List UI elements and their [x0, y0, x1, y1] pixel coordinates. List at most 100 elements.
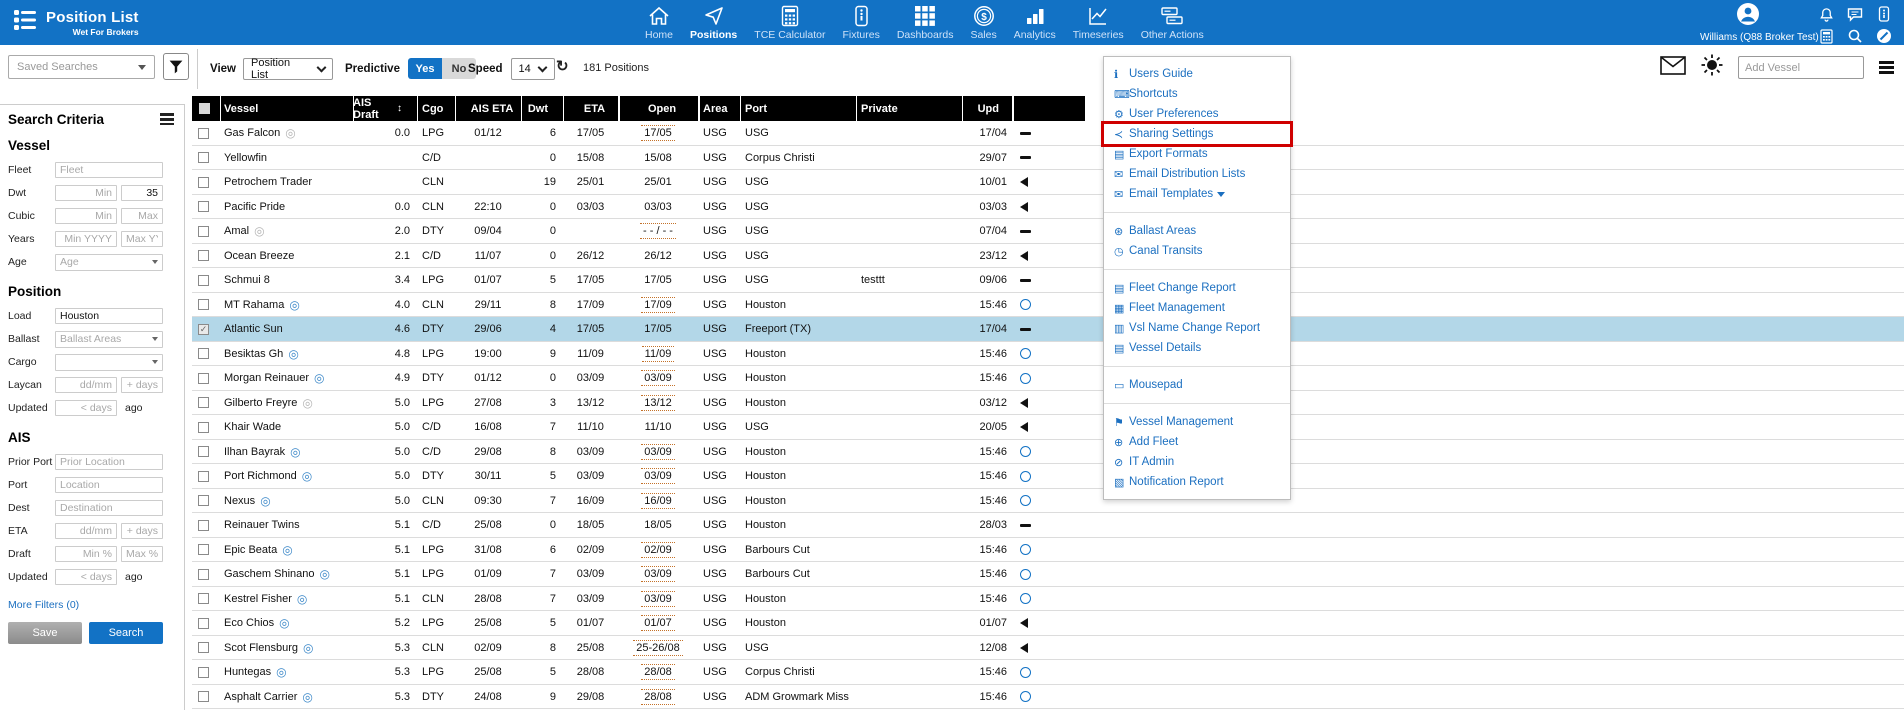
- row-checkbox[interactable]: [198, 642, 209, 653]
- nav-item-dashboards[interactable]: Dashboards: [897, 3, 953, 41]
- row-checkbox[interactable]: [198, 274, 209, 286]
- menu-item-user-preferences[interactable]: ⚙ User Preferences: [1104, 104, 1290, 124]
- row-checkbox[interactable]: [198, 127, 209, 139]
- menu-item-fleet-management[interactable]: ▦ Fleet Management: [1104, 298, 1290, 318]
- nav-item-home[interactable]: Home: [645, 3, 673, 41]
- menu-item-notification-report[interactable]: ▧ Notification Report: [1104, 472, 1290, 492]
- notifications-bell-icon[interactable]: [1817, 6, 1835, 22]
- column-header-upd[interactable]: Upd: [962, 96, 1004, 121]
- row-checkbox[interactable]: [198, 691, 209, 702]
- row-checkbox[interactable]: [198, 397, 209, 408]
- row-checkbox[interactable]: [198, 593, 209, 604]
- cubic-input[interactable]: [55, 208, 117, 225]
- draft-input[interactable]: [121, 546, 163, 563]
- table-row[interactable]: Eco Chios ◎ 5.2 LPG 25/08 5 01/07 01/07 USG Houst…: [192, 611, 1904, 636]
- row-checkbox[interactable]: [198, 372, 209, 384]
- menu-item-sharing-settings[interactable]: ≺ Sharing Settings: [1104, 124, 1290, 144]
- updated-input[interactable]: [55, 569, 117, 586]
- search-icon[interactable]: [1846, 28, 1864, 44]
- email-envelope-icon[interactable]: [1660, 55, 1686, 80]
- load-input[interactable]: [55, 308, 163, 325]
- eta-input[interactable]: [121, 523, 163, 540]
- row-checkbox[interactable]: [198, 666, 209, 678]
- add-vessel-input[interactable]: [1738, 56, 1864, 79]
- column-header-ais_eta[interactable]: AIS ETA: [463, 96, 521, 121]
- column-header-dwt[interactable]: Dwt: [521, 96, 555, 121]
- menu-item-shortcuts[interactable]: ⌨ Shortcuts: [1104, 84, 1290, 104]
- dwt-input[interactable]: [121, 185, 163, 202]
- eta-input[interactable]: [55, 523, 117, 540]
- table-row[interactable]: Asphalt Carrier ◎ 5.3 DTY 24/08 9 29/08 28/08 US…: [192, 684, 1904, 709]
- brightness-sun-icon[interactable]: [1701, 54, 1723, 81]
- save-button[interactable]: Save: [8, 621, 82, 644]
- table-row[interactable]: Schmui 8 3.4 LPG 01/07 5 17/05 17/05 USG USG test…: [192, 268, 1904, 293]
- dest-input[interactable]: [55, 500, 163, 517]
- years-input[interactable]: [121, 231, 163, 248]
- port-input[interactable]: [55, 477, 163, 494]
- row-checkbox[interactable]: [198, 176, 209, 188]
- row-checkbox[interactable]: [198, 519, 209, 531]
- column-header-area[interactable]: Area: [703, 96, 740, 121]
- table-row[interactable]: Petrochem Trader CLN 19 25/01 25/01 USG USG 10/…: [192, 170, 1904, 195]
- row-checkbox[interactable]: [198, 299, 209, 310]
- cargo-select[interactable]: [55, 353, 163, 371]
- calculator-icon[interactable]: [1817, 28, 1835, 44]
- view-select[interactable]: Position List: [243, 57, 333, 81]
- menu-item-vessel-management[interactable]: ⚑ Vessel Management: [1104, 412, 1290, 432]
- nav-item-tce-calculator[interactable]: TCE Calculator: [754, 3, 825, 41]
- table-row[interactable]: MT Rahama ◎ 4.0 CLN 29/11 8 17/09 17/09 USG Houst…: [192, 292, 1904, 317]
- menu-item-fleet-change-report[interactable]: ▤ Fleet Change Report: [1104, 278, 1290, 298]
- row-checkbox[interactable]: [198, 201, 209, 212]
- table-row[interactable]: Khair Wade 5.0 C/D 16/08 7 11/10 11/10 USG USG 20…: [192, 415, 1904, 440]
- table-row[interactable]: Kestrel Fisher ◎ 5.1 CLN 28/08 7 03/09 03/09 USG…: [192, 586, 1904, 611]
- select-all-checkbox[interactable]: [199, 103, 210, 114]
- table-row[interactable]: Morgan Reinauer ◎ 4.9 DTY 01/12 0 03/09 03/09 US…: [192, 366, 1904, 391]
- table-row[interactable]: Yellowfin C/D 0 15/08 15/08 USG Corpus Christi…: [192, 145, 1904, 170]
- row-checkbox[interactable]: [198, 568, 209, 580]
- column-header-ais_draft[interactable]: AIS Draft ↕: [353, 96, 409, 121]
- table-row[interactable]: Pacific Pride 0.0 CLN 22:10 0 03/03 03/03 USG US…: [192, 194, 1904, 219]
- row-checkbox[interactable]: [198, 544, 209, 555]
- table-row[interactable]: Ilhan Bayrak ◎ 5.0 C/D 29/08 8 03/09 03/09 USG Ho…: [192, 439, 1904, 464]
- row-checkbox[interactable]: [198, 495, 209, 506]
- menu-item-ballast-areas[interactable]: ⊛ Ballast Areas: [1104, 221, 1290, 241]
- compose-edit-icon[interactable]: [1875, 28, 1893, 44]
- table-row[interactable]: Besiktas Gh ◎ 4.8 LPG 19:00 9 11/09 11/09 USG Hou…: [192, 341, 1904, 366]
- menu-item-canal-transits[interactable]: ◷ Canal Transits: [1104, 241, 1290, 261]
- age-select[interactable]: Age: [55, 253, 163, 271]
- row-checkbox[interactable]: [198, 250, 209, 261]
- menu-item-export-formats[interactable]: ▤ Export Formats: [1104, 144, 1290, 164]
- column-header-open[interactable]: Open: [626, 96, 698, 121]
- column-header-port[interactable]: Port: [745, 96, 856, 121]
- column-header-vessel[interactable]: Vessel: [224, 96, 353, 121]
- user-block[interactable]: Williams (Q88 Broker Test): [1700, 2, 1819, 43]
- table-row[interactable]: Ocean Breeze 2.1 C/D 11/07 0 26/12 26/12 USG USG…: [192, 243, 1904, 268]
- laycan-input[interactable]: [121, 377, 163, 394]
- table-row[interactable]: Amal ◎ 2.0 DTY 09/04 0 - - / - - USG USG 07/04: [192, 219, 1904, 244]
- row-checkbox[interactable]: [198, 446, 209, 457]
- updated-input[interactable]: [55, 400, 117, 417]
- draft-input[interactable]: [55, 546, 117, 563]
- table-row[interactable]: Nexus ◎ 5.0 CLN 09:30 7 16/09 16/09 USG Houston 15…: [192, 488, 1904, 513]
- table-row[interactable]: Port Richmond ◎ 5.0 DTY 30/11 5 03/09 03/09 USG H…: [192, 464, 1904, 489]
- menu-item-mousepad[interactable]: ▭ Mousepad: [1104, 375, 1290, 395]
- nav-item-other-actions[interactable]: Other Actions: [1141, 3, 1204, 41]
- ballast-select[interactable]: Ballast Areas: [55, 330, 163, 348]
- speed-select[interactable]: 14: [510, 58, 555, 80]
- fleet-input[interactable]: [55, 162, 163, 179]
- search-criteria-menu-icon[interactable]: [160, 111, 174, 128]
- menu-item-add-fleet[interactable]: ⊕ Add Fleet: [1104, 432, 1290, 452]
- table-row[interactable]: Gilberto Freyre ◎ 5.0 LPG 27/08 3 13/12 13/12 US…: [192, 390, 1904, 415]
- predictive-yes-button[interactable]: Yes: [407, 58, 442, 79]
- row-checkbox[interactable]: [198, 470, 209, 482]
- table-row[interactable]: Reinauer Twins 5.1 C/D 25/08 0 18/05 18/05 USG H…: [192, 513, 1904, 538]
- nav-item-analytics[interactable]: Analytics: [1014, 3, 1056, 41]
- table-row[interactable]: Scot Flensburg ◎ 5.3 CLN 02/09 8 25/08 25-26/08…: [192, 635, 1904, 660]
- menu-item-it-admin[interactable]: ⊘ IT Admin: [1104, 452, 1290, 472]
- nav-item-timeseries[interactable]: Timeseries: [1073, 3, 1124, 41]
- row-checkbox[interactable]: [198, 421, 209, 433]
- cubic-input[interactable]: [121, 208, 163, 225]
- column-header-eta[interactable]: ETA: [571, 96, 618, 121]
- menu-item-vsl-name-change-report[interactable]: ▥ Vsl Name Change Report: [1104, 318, 1290, 338]
- nav-item-positions[interactable]: Positions: [690, 3, 737, 41]
